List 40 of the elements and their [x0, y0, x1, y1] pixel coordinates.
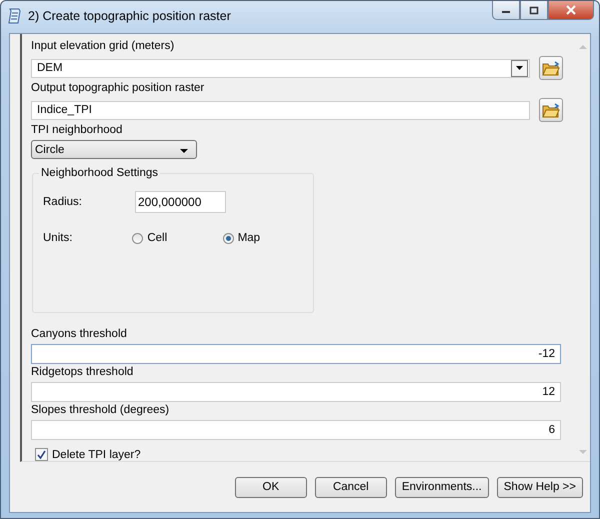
field-label: Output topographic position raster: [31, 82, 206, 95]
close-icon: [565, 5, 577, 15]
combo-box[interactable]: DEM: [31, 58, 530, 78]
dialog-button[interactable]: Show Help >>: [496, 476, 583, 498]
dropdown[interactable]: Circle: [31, 140, 197, 159]
dialog-button[interactable]: Environments...: [394, 476, 489, 498]
caret-icon: [180, 148, 188, 152]
radius-field[interactable]: 200,000000: [135, 191, 226, 213]
window-title: 2) Create topographic position raster: [28, 9, 232, 23]
radio-button[interactable]: [132, 232, 144, 244]
caret-icon: [516, 66, 523, 70]
script-icon: [7, 7, 23, 25]
checkbox-label[interactable]: Delete TPI layer?: [52, 448, 141, 460]
browse-button[interactable]: [539, 56, 563, 80]
number-field[interactable]: 6: [31, 420, 561, 440]
radio-label[interactable]: Cell: [147, 232, 168, 244]
dropdown-button[interactable]: [511, 60, 528, 76]
field-label: Ridgetops threshold: [31, 366, 134, 379]
folder-icon: [542, 102, 560, 118]
field-label: Canyons threshold: [31, 328, 128, 341]
field-label: TPI neighborhood: [31, 124, 124, 137]
dialog-button[interactable]: OK: [234, 476, 307, 498]
number-field[interactable]: -12: [31, 344, 561, 364]
maximize-icon: [529, 6, 539, 14]
checkbox[interactable]: [35, 448, 48, 461]
group-title: Neighborhood Settings: [39, 167, 160, 179]
maximize-button[interactable]: [520, 1, 548, 20]
browse-button[interactable]: [539, 98, 563, 122]
field-label: Input elevation grid (meters): [31, 40, 176, 53]
folder-icon: [542, 60, 560, 76]
text-field[interactable]: Indice_TPI: [31, 100, 530, 120]
number-field[interactable]: 12: [31, 382, 561, 402]
radio-label[interactable]: Map: [238, 232, 260, 244]
field-label: Slopes threshold (degrees): [31, 404, 170, 417]
field-label: Units:: [43, 232, 74, 244]
radio-button[interactable]: [222, 232, 234, 244]
close-button[interactable]: [548, 1, 594, 20]
minimize-button[interactable]: [492, 1, 520, 20]
field-label: Radius:: [43, 196, 83, 208]
dialog-button[interactable]: Cancel: [314, 476, 387, 498]
